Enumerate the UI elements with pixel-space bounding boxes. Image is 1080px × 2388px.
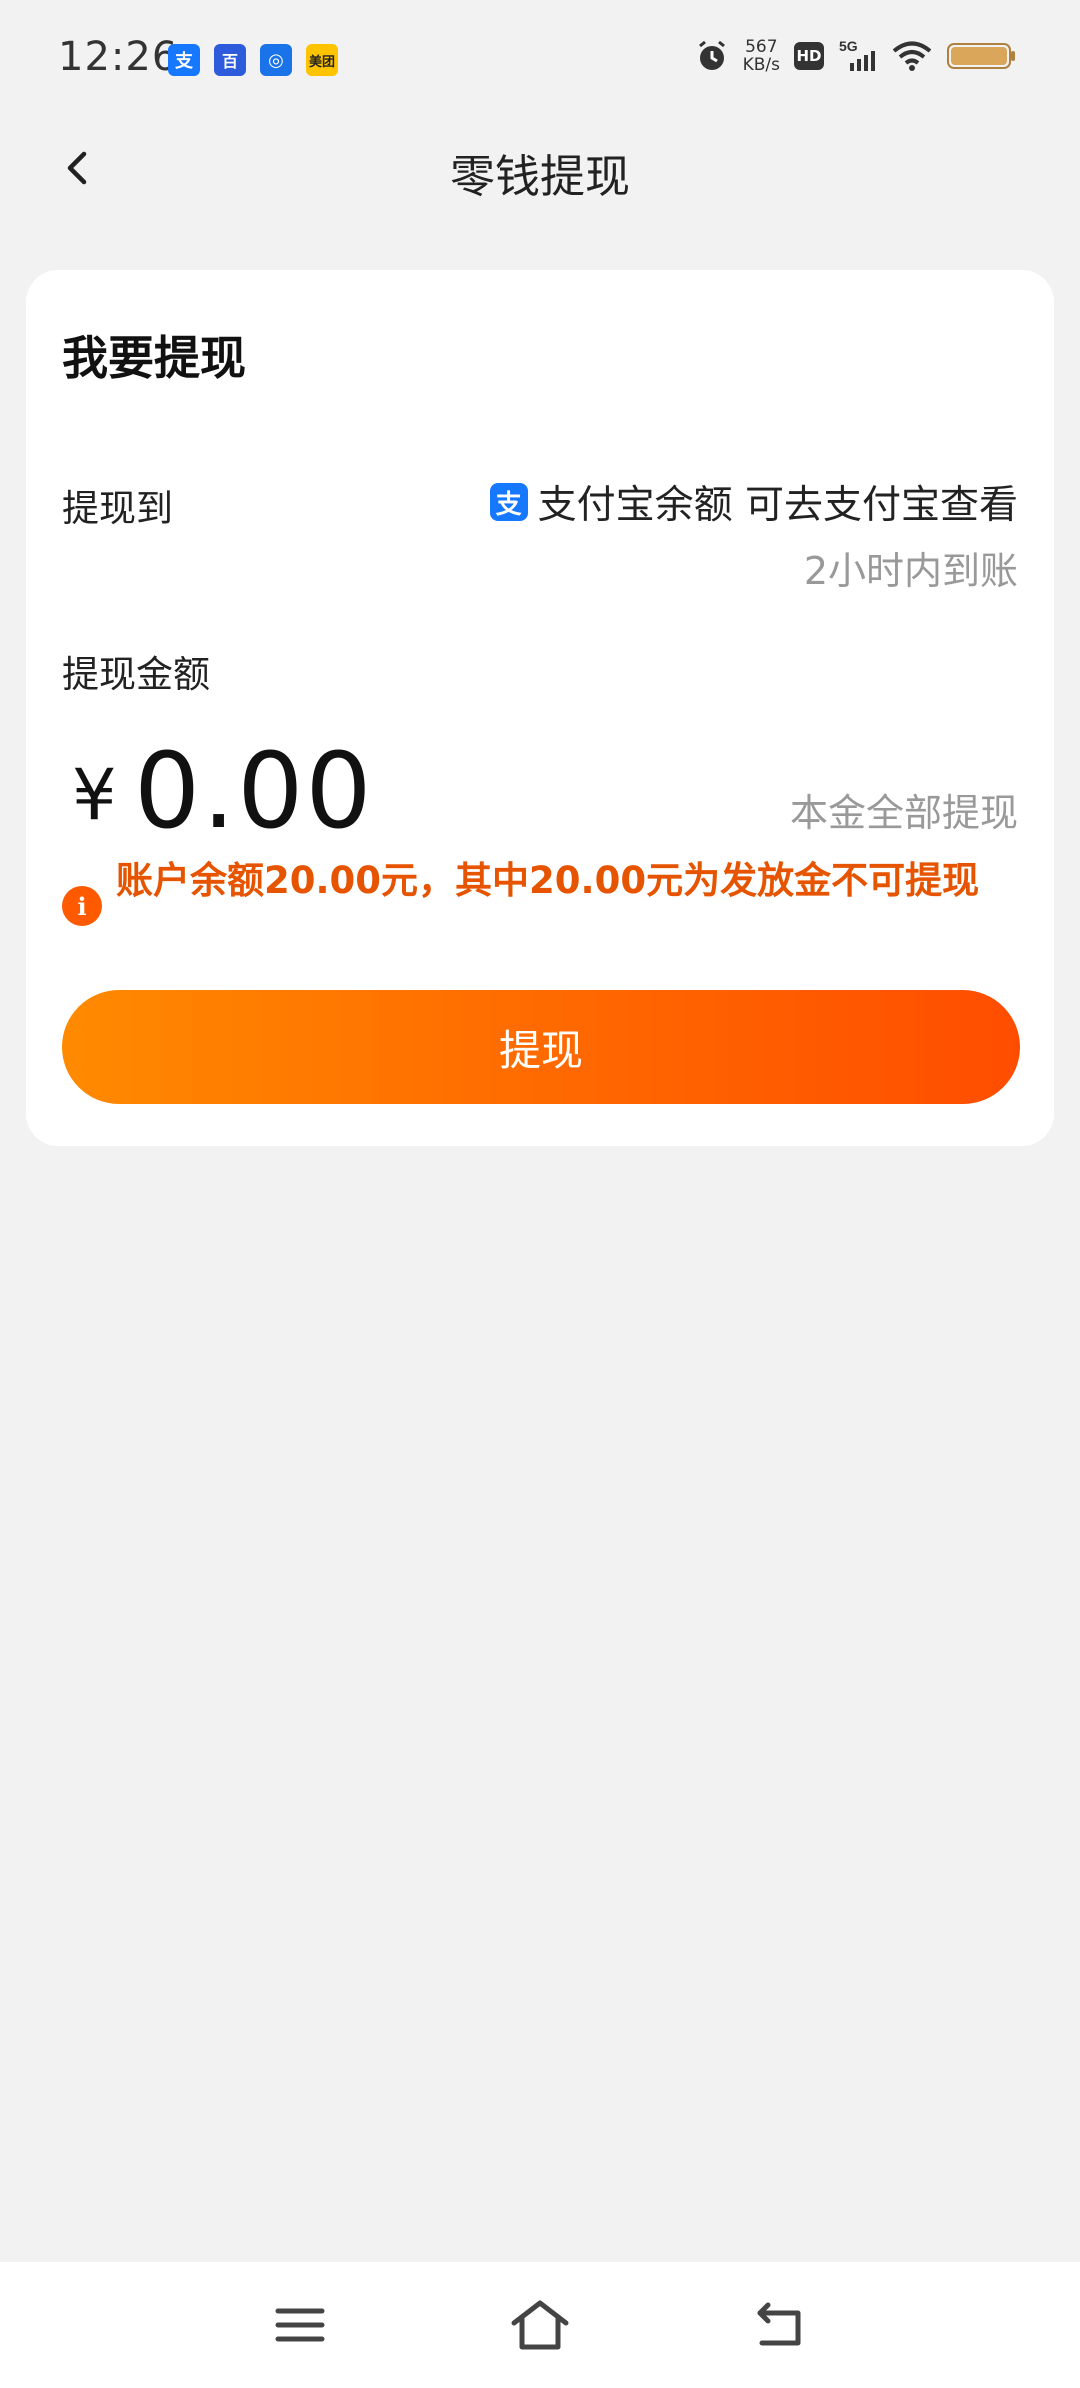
- status-time: 12:26: [58, 34, 179, 80]
- title-bar: 零钱提现: [0, 118, 1080, 218]
- withdraw-to-label: 提现到: [62, 487, 173, 530]
- menu-icon: [275, 2308, 325, 2342]
- nav-back-button[interactable]: [745, 2290, 815, 2360]
- destination-text: 支付宝余额 可去支付宝查看: [537, 483, 1018, 528]
- hd-badge: HD: [794, 42, 824, 70]
- baidu-notif-icon: 百: [214, 44, 246, 76]
- withdraw-button[interactable]: 提现: [62, 990, 1020, 1104]
- home-icon: [511, 2300, 569, 2350]
- status-bar: 12:26 支 百 ◎ 美团 567 KB/s HD 5G: [0, 0, 1080, 118]
- meituan-notif-icon: 美团: [306, 44, 338, 76]
- wifi-icon: [892, 41, 932, 71]
- page-title: 零钱提现: [449, 150, 630, 203]
- notification-icons: 支 百 ◎ 美团: [168, 44, 338, 76]
- network-speed: 567 KB/s: [743, 38, 780, 74]
- warning-text: 账户余额20.00元，其中20.00元为发放金不可提现: [116, 859, 980, 902]
- system-nav-bar: [0, 2262, 1080, 2388]
- return-icon: [757, 2302, 801, 2346]
- svg-text:5G: 5G: [839, 39, 858, 54]
- amount-input[interactable]: 0.00: [134, 730, 374, 852]
- alipay-notif-icon: 支: [168, 44, 200, 76]
- alipay-icon: 支: [489, 483, 528, 521]
- speed-unit: KB/s: [742, 55, 780, 75]
- nav-menu-button[interactable]: [265, 2290, 335, 2360]
- status-indicators: 567 KB/s HD 5G: [695, 38, 1016, 74]
- alarm-icon: [698, 40, 725, 70]
- currency-symbol: ¥: [72, 754, 117, 836]
- battery-icon: [947, 43, 1015, 69]
- withdraw-card: 我要提现 提现到 支 支付宝余额 可去支付宝查看 2小时内到账 提现金额 ¥ 0…: [26, 270, 1054, 1146]
- amount-label: 提现金额: [62, 653, 210, 696]
- withdraw-destination[interactable]: 支 支付宝余额 可去支付宝查看: [489, 474, 1018, 530]
- withdraw-all-button[interactable]: 本金全部提现: [790, 782, 1018, 837]
- section-title: 我要提现: [62, 331, 246, 385]
- nav-home-button[interactable]: [505, 2290, 575, 2360]
- info-icon: i: [62, 886, 102, 926]
- signal-5g-icon: 5G: [839, 39, 875, 71]
- speed-value: 567: [745, 37, 778, 57]
- arrival-time: 2小时内到账: [803, 549, 1018, 593]
- app-notif-icon: ◎: [260, 44, 292, 76]
